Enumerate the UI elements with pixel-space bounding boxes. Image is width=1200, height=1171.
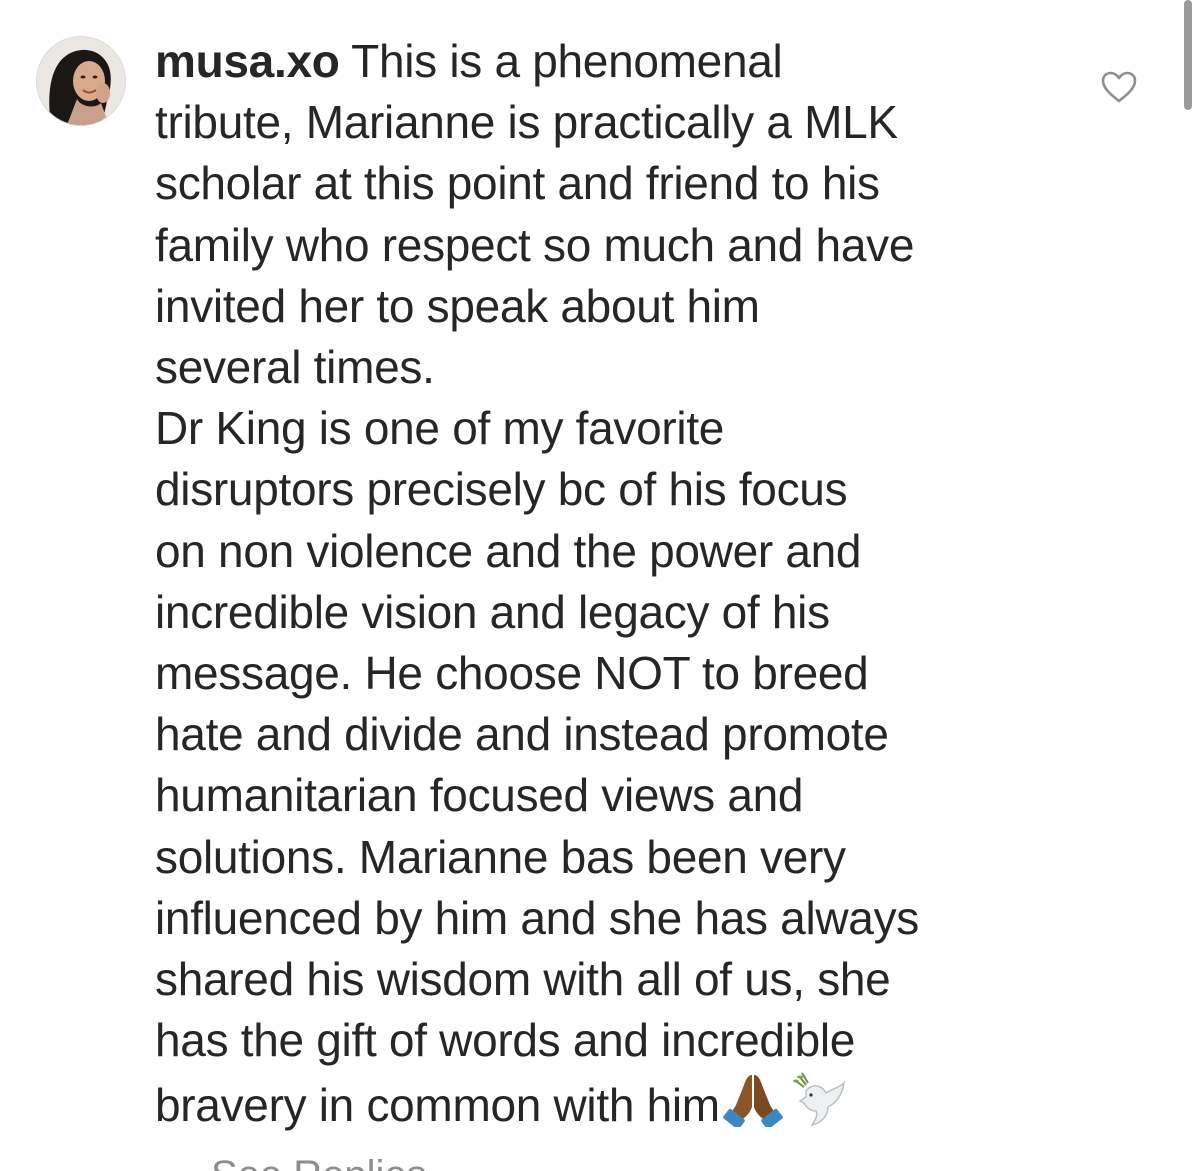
- comment-line: bravery in common with him: [155, 1071, 1075, 1142]
- comment-line: Dr King is one of my favorite: [155, 402, 725, 455]
- comment-line: invited her to speak about him: [155, 279, 760, 332]
- scrollbar[interactable]: [1184, 0, 1192, 110]
- comment-line: scholar at this point and friend to his: [155, 157, 880, 210]
- comment-line: has the gift of words and incredible: [155, 1014, 856, 1067]
- comment-line: message. He choose NOT to breed: [155, 647, 869, 700]
- folded-hands-icon: [722, 1071, 784, 1142]
- comment-line: solutions. Marianne bas been very: [155, 830, 846, 883]
- username[interactable]: musa.xo: [155, 35, 340, 87]
- comment-line: family who respect so much and have: [155, 218, 915, 271]
- dove-icon: [786, 1071, 848, 1142]
- comment-line: influenced by him and she has always: [155, 891, 919, 944]
- comment-line: disruptors precisely bc of his focus: [155, 463, 848, 516]
- comment-line: tribute, Marianne is practically a MLK: [155, 96, 898, 149]
- comment-line: incredible vision and legacy of his: [155, 585, 830, 638]
- comment-line: musa.xo This is a phenomenal: [155, 35, 783, 87]
- comment-line: shared his wisdom with all of us, she: [155, 953, 891, 1006]
- comment-line: hate and divide and instead promote: [155, 708, 889, 761]
- comment-line: several times.: [155, 341, 435, 394]
- comment-line: on non violence and the power and: [155, 524, 862, 577]
- comment-text: musa.xo This is a phenomenal tribute, Ma…: [155, 31, 1075, 1143]
- heart-icon[interactable]: [1100, 70, 1138, 104]
- see-replies-link[interactable]: See Replies: [155, 1150, 427, 1171]
- comment-line: humanitarian focused views and: [155, 769, 804, 822]
- avatar[interactable]: [36, 36, 126, 126]
